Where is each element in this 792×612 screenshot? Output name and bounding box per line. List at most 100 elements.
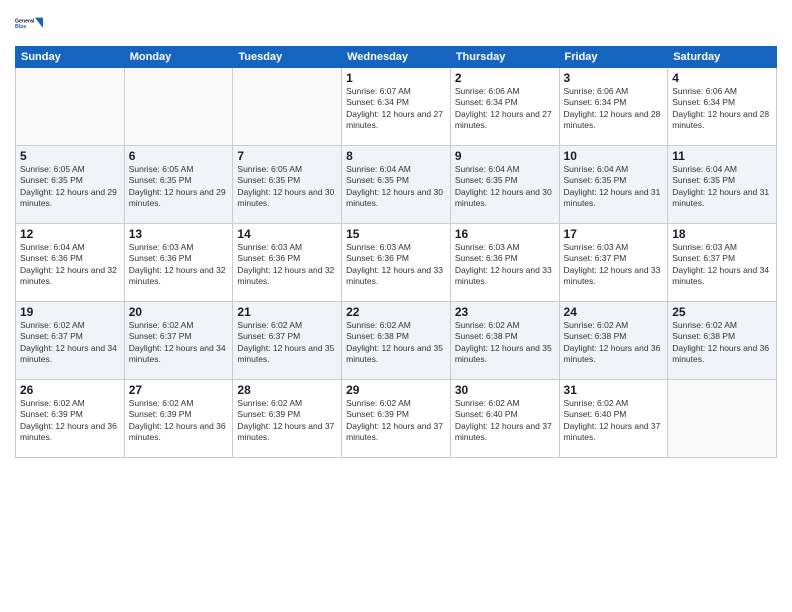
day-number: 24 xyxy=(564,305,664,319)
day-info: Sunrise: 6:03 AMSunset: 6:36 PMDaylight:… xyxy=(237,242,337,288)
day-info: Sunrise: 6:03 AMSunset: 6:36 PMDaylight:… xyxy=(346,242,446,288)
day-info: Sunrise: 6:02 AMSunset: 6:39 PMDaylight:… xyxy=(237,398,337,444)
day-info: Sunrise: 6:02 AMSunset: 6:37 PMDaylight:… xyxy=(237,320,337,366)
day-number: 7 xyxy=(237,149,337,163)
day-info: Sunrise: 6:02 AMSunset: 6:40 PMDaylight:… xyxy=(455,398,555,444)
calendar-cell xyxy=(16,68,125,146)
calendar-cell: 15Sunrise: 6:03 AMSunset: 6:36 PMDayligh… xyxy=(342,224,451,302)
day-info: Sunrise: 6:06 AMSunset: 6:34 PMDaylight:… xyxy=(564,86,664,132)
day-number: 2 xyxy=(455,71,555,85)
weekday-header-tuesday: Tuesday xyxy=(233,47,342,68)
day-info: Sunrise: 6:02 AMSunset: 6:39 PMDaylight:… xyxy=(129,398,229,444)
logo: GeneralBlue xyxy=(15,10,43,38)
day-info: Sunrise: 6:03 AMSunset: 6:36 PMDaylight:… xyxy=(455,242,555,288)
calendar-cell: 13Sunrise: 6:03 AMSunset: 6:36 PMDayligh… xyxy=(124,224,233,302)
calendar-week-row: 5Sunrise: 6:05 AMSunset: 6:35 PMDaylight… xyxy=(16,146,777,224)
day-info: Sunrise: 6:02 AMSunset: 6:39 PMDaylight:… xyxy=(20,398,120,444)
header: GeneralBlue xyxy=(15,10,777,38)
day-info: Sunrise: 6:03 AMSunset: 6:37 PMDaylight:… xyxy=(564,242,664,288)
day-info: Sunrise: 6:05 AMSunset: 6:35 PMDaylight:… xyxy=(237,164,337,210)
day-info: Sunrise: 6:04 AMSunset: 6:35 PMDaylight:… xyxy=(455,164,555,210)
day-info: Sunrise: 6:06 AMSunset: 6:34 PMDaylight:… xyxy=(455,86,555,132)
calendar-cell: 2Sunrise: 6:06 AMSunset: 6:34 PMDaylight… xyxy=(450,68,559,146)
day-info: Sunrise: 6:06 AMSunset: 6:34 PMDaylight:… xyxy=(672,86,772,132)
day-info: Sunrise: 6:04 AMSunset: 6:36 PMDaylight:… xyxy=(20,242,120,288)
day-number: 6 xyxy=(129,149,229,163)
weekday-header-monday: Monday xyxy=(124,47,233,68)
calendar-week-row: 1Sunrise: 6:07 AMSunset: 6:34 PMDaylight… xyxy=(16,68,777,146)
day-info: Sunrise: 6:07 AMSunset: 6:34 PMDaylight:… xyxy=(346,86,446,132)
weekday-header-friday: Friday xyxy=(559,47,668,68)
day-info: Sunrise: 6:04 AMSunset: 6:35 PMDaylight:… xyxy=(564,164,664,210)
day-number: 30 xyxy=(455,383,555,397)
day-number: 23 xyxy=(455,305,555,319)
calendar-cell: 11Sunrise: 6:04 AMSunset: 6:35 PMDayligh… xyxy=(668,146,777,224)
calendar-cell: 30Sunrise: 6:02 AMSunset: 6:40 PMDayligh… xyxy=(450,380,559,458)
day-info: Sunrise: 6:02 AMSunset: 6:37 PMDaylight:… xyxy=(129,320,229,366)
day-number: 29 xyxy=(346,383,446,397)
day-number: 14 xyxy=(237,227,337,241)
calendar-cell: 9Sunrise: 6:04 AMSunset: 6:35 PMDaylight… xyxy=(450,146,559,224)
day-number: 16 xyxy=(455,227,555,241)
day-info: Sunrise: 6:02 AMSunset: 6:39 PMDaylight:… xyxy=(346,398,446,444)
weekday-header-row: SundayMondayTuesdayWednesdayThursdayFrid… xyxy=(16,47,777,68)
day-number: 10 xyxy=(564,149,664,163)
day-number: 31 xyxy=(564,383,664,397)
day-info: Sunrise: 6:02 AMSunset: 6:38 PMDaylight:… xyxy=(455,320,555,366)
day-number: 8 xyxy=(346,149,446,163)
day-number: 27 xyxy=(129,383,229,397)
day-info: Sunrise: 6:02 AMSunset: 6:37 PMDaylight:… xyxy=(20,320,120,366)
svg-text:Blue: Blue xyxy=(15,24,26,30)
calendar-cell: 14Sunrise: 6:03 AMSunset: 6:36 PMDayligh… xyxy=(233,224,342,302)
day-info: Sunrise: 6:05 AMSunset: 6:35 PMDaylight:… xyxy=(20,164,120,210)
calendar-cell: 12Sunrise: 6:04 AMSunset: 6:36 PMDayligh… xyxy=(16,224,125,302)
calendar-cell: 24Sunrise: 6:02 AMSunset: 6:38 PMDayligh… xyxy=(559,302,668,380)
calendar-cell: 19Sunrise: 6:02 AMSunset: 6:37 PMDayligh… xyxy=(16,302,125,380)
calendar-cell: 3Sunrise: 6:06 AMSunset: 6:34 PMDaylight… xyxy=(559,68,668,146)
logo-icon: GeneralBlue xyxy=(15,10,43,38)
calendar-cell: 7Sunrise: 6:05 AMSunset: 6:35 PMDaylight… xyxy=(233,146,342,224)
calendar-cell: 1Sunrise: 6:07 AMSunset: 6:34 PMDaylight… xyxy=(342,68,451,146)
page: GeneralBlue SundayMondayTuesdayWednesday… xyxy=(0,0,792,612)
day-number: 21 xyxy=(237,305,337,319)
day-number: 3 xyxy=(564,71,664,85)
day-number: 17 xyxy=(564,227,664,241)
day-number: 20 xyxy=(129,305,229,319)
calendar-cell: 25Sunrise: 6:02 AMSunset: 6:38 PMDayligh… xyxy=(668,302,777,380)
calendar-cell: 20Sunrise: 6:02 AMSunset: 6:37 PMDayligh… xyxy=(124,302,233,380)
day-number: 13 xyxy=(129,227,229,241)
calendar-week-row: 26Sunrise: 6:02 AMSunset: 6:39 PMDayligh… xyxy=(16,380,777,458)
weekday-header-saturday: Saturday xyxy=(668,47,777,68)
day-number: 25 xyxy=(672,305,772,319)
calendar-cell: 21Sunrise: 6:02 AMSunset: 6:37 PMDayligh… xyxy=(233,302,342,380)
day-number: 26 xyxy=(20,383,120,397)
day-number: 1 xyxy=(346,71,446,85)
day-info: Sunrise: 6:02 AMSunset: 6:38 PMDaylight:… xyxy=(346,320,446,366)
calendar-cell: 10Sunrise: 6:04 AMSunset: 6:35 PMDayligh… xyxy=(559,146,668,224)
calendar-cell xyxy=(124,68,233,146)
calendar-cell: 28Sunrise: 6:02 AMSunset: 6:39 PMDayligh… xyxy=(233,380,342,458)
svg-text:General: General xyxy=(15,18,35,24)
day-info: Sunrise: 6:03 AMSunset: 6:37 PMDaylight:… xyxy=(672,242,772,288)
day-number: 5 xyxy=(20,149,120,163)
calendar-table: SundayMondayTuesdayWednesdayThursdayFrid… xyxy=(15,46,777,458)
calendar-cell: 8Sunrise: 6:04 AMSunset: 6:35 PMDaylight… xyxy=(342,146,451,224)
calendar-week-row: 12Sunrise: 6:04 AMSunset: 6:36 PMDayligh… xyxy=(16,224,777,302)
day-info: Sunrise: 6:02 AMSunset: 6:38 PMDaylight:… xyxy=(672,320,772,366)
day-number: 4 xyxy=(672,71,772,85)
calendar-cell xyxy=(668,380,777,458)
calendar-cell: 17Sunrise: 6:03 AMSunset: 6:37 PMDayligh… xyxy=(559,224,668,302)
day-number: 12 xyxy=(20,227,120,241)
day-number: 28 xyxy=(237,383,337,397)
day-number: 9 xyxy=(455,149,555,163)
weekday-header-thursday: Thursday xyxy=(450,47,559,68)
calendar-cell: 4Sunrise: 6:06 AMSunset: 6:34 PMDaylight… xyxy=(668,68,777,146)
calendar-cell: 27Sunrise: 6:02 AMSunset: 6:39 PMDayligh… xyxy=(124,380,233,458)
calendar-cell: 22Sunrise: 6:02 AMSunset: 6:38 PMDayligh… xyxy=(342,302,451,380)
day-number: 18 xyxy=(672,227,772,241)
calendar-cell: 6Sunrise: 6:05 AMSunset: 6:35 PMDaylight… xyxy=(124,146,233,224)
day-info: Sunrise: 6:03 AMSunset: 6:36 PMDaylight:… xyxy=(129,242,229,288)
day-info: Sunrise: 6:05 AMSunset: 6:35 PMDaylight:… xyxy=(129,164,229,210)
calendar-cell: 26Sunrise: 6:02 AMSunset: 6:39 PMDayligh… xyxy=(16,380,125,458)
calendar-cell: 29Sunrise: 6:02 AMSunset: 6:39 PMDayligh… xyxy=(342,380,451,458)
